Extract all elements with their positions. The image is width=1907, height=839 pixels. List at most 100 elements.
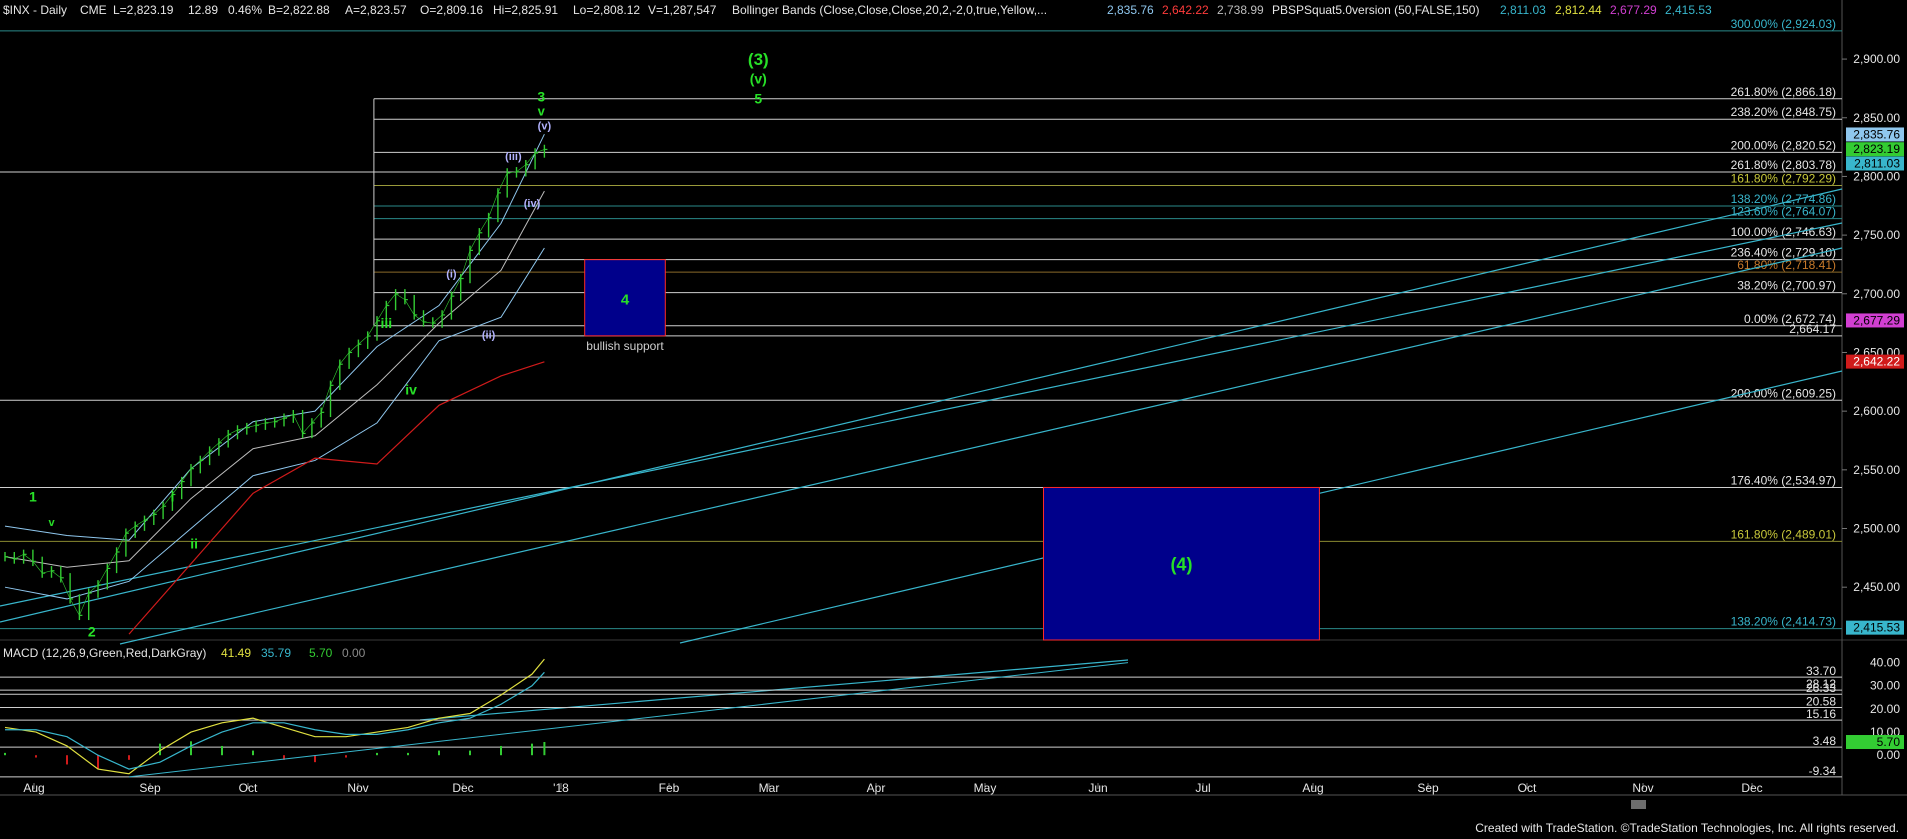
wave-label-16: 2 [88,623,96,639]
wave-label-8: (i) [446,268,457,280]
wave-label-1: (v) [750,71,767,87]
macd-level-label-0: 33.70 [1806,664,1836,678]
macd-label: MACD (12,26,9,Green,Red,DarkGray) [3,646,206,660]
price-chart[interactable]: 300.00% (2,924.03)261.80% (2,866.18)238.… [0,0,1907,839]
price-tick-label-0: 2,900.00 [1853,52,1900,66]
month-label-1: Sep [139,781,161,795]
month-label-16: Dec [1741,781,1762,795]
month-label-7: Mar [759,781,780,795]
month-label-11: Jul [1195,781,1210,795]
header-bid: B=2,822.88 [268,3,330,17]
price-tick-label-4: 2,700.00 [1853,287,1900,301]
month-label-14: Oct [1518,781,1537,795]
header-open: O=2,809.16 [420,3,483,17]
header-bb-label: Bollinger Bands (Close,Close,Close,20,2,… [732,3,1047,17]
price-tag-label-0: 2,835.76 [1853,127,1900,141]
scroll-thumb [1631,800,1646,809]
fib-label-15: 176.40% (2,534.97) [1731,473,1836,487]
month-label-6: Feb [659,781,680,795]
macd-value-0: 41.49 [221,646,251,660]
price-tick-label-7: 2,550.00 [1853,463,1900,477]
month-label-3: Nov [347,781,368,795]
header-pbs-v3: 2,677.29 [1610,3,1657,17]
macd-level-label-2: 26.33 [1806,681,1836,695]
fib-label-3: 200.00% (2,820.52) [1731,138,1836,152]
fib-label-16: 161.80% (2,489.01) [1731,527,1836,541]
fib-label-1: 261.80% (2,866.18) [1731,85,1836,99]
header-low: Lo=2,808.12 [573,3,640,17]
macd-level-label-4: 15.16 [1806,707,1836,721]
wave-label-11: iv [405,382,417,398]
header-pbs-v4: 2,415.53 [1665,3,1712,17]
header-pbs-v2: 2,812.44 [1555,3,1602,17]
price-tag-label-2: 2,811.03 [1854,156,1900,170]
wave-label-13: v [48,517,55,529]
wave-label-9: (ii) [482,329,496,341]
month-label-10: Jun [1088,781,1107,795]
header-change-pct: 0.46% [228,3,262,17]
fib-label-13: 2,664.17 [1789,322,1836,336]
price-tick-label-6: 2,600.00 [1853,404,1900,418]
header-bb-v1: 2,835.76 [1107,3,1154,17]
wave-label-6: (iii) [505,151,522,163]
macd-value-2: 5.70 [309,646,333,660]
footer-credit: Created with TradeStation. ©TradeStation… [1475,821,1899,835]
price-tag-label-4: 2,642.22 [1853,355,1900,369]
wave-label-15: ii [190,535,198,551]
macd-tick-label-4: 0.00 [1877,748,1901,762]
fib-label-17: 138.20% (2,414.73) [1731,615,1836,629]
macd-level-label-5: 3.48 [1813,734,1837,748]
wave-label-14: i [170,489,174,505]
wave-label-0: (3) [748,50,769,69]
price-tick-label-2: 2,800.00 [1853,169,1900,183]
header-bb-v2: 2,642.22 [1162,3,1209,17]
header-volume: V=1,287,547 [648,3,717,17]
month-label-9: May [974,781,997,795]
month-label-5: '18 [553,781,569,795]
header-last: L=2,823.19 [113,3,174,17]
target-box-caption-0: bullish support [586,339,664,353]
target-box-label-0: 4 [621,292,630,309]
wave-label-4: v [538,103,546,118]
header-change: 12.89 [188,3,218,17]
fib-label-11: 38.20% (2,700.97) [1737,279,1836,293]
header-high: Hi=2,825.91 [493,3,558,17]
macd-tick-label-2: 20.00 [1870,702,1900,716]
macd-value-1: 35.79 [261,646,291,660]
header-exchange: CME [80,3,107,17]
wave-label-10: iii [380,315,392,331]
month-label-15: Nov [1632,781,1653,795]
target-box-label-1: (4) [1170,555,1192,575]
price-tag-label-1: 2,823.19 [1853,142,1900,156]
fib-label-4: 261.80% (2,803.78) [1731,158,1836,172]
macd-tick-label-0: 40.00 [1870,656,1900,670]
fib-label-5: 161.80% (2,792.29) [1731,171,1836,185]
price-tick-label-3: 2,750.00 [1853,228,1900,242]
header-bb-v3: 2,738.99 [1217,3,1264,17]
month-label-4: Dec [452,781,473,795]
month-label-13: Sep [1417,781,1439,795]
macd-level-label-6: -9.34 [1809,764,1837,778]
fib-label-2: 238.20% (2,848.75) [1731,105,1836,119]
macd-value-3: 0.00 [342,646,366,660]
wave-label-7: (iv) [524,198,541,210]
price-tick-label-1: 2,850.00 [1853,111,1900,125]
month-label-8: Apr [867,781,886,795]
header-symbol: $INX - Daily [3,3,67,17]
price-tick-label-9: 2,450.00 [1853,580,1900,594]
price-tag-label-5: 2,415.53 [1853,621,1900,635]
wave-label-12: 1 [29,489,37,505]
month-label-12: Aug [1302,781,1323,795]
fib-label-0: 300.00% (2,924.03) [1731,17,1836,31]
month-label-2: Oct [239,781,258,795]
price-tick-label-8: 2,500.00 [1853,522,1900,536]
macd-tag-label-0: 5.70 [1877,735,1901,749]
price-tag-label-3: 2,677.29 [1853,313,1900,327]
month-label-0: Aug [23,781,44,795]
macd-tick-label-1: 30.00 [1870,679,1900,693]
wave-label-2: 5 [754,91,762,107]
wave-label-3: 3 [537,88,545,104]
wave-label-5: (v) [538,120,552,132]
header-pbs-v1: 2,811.03 [1500,3,1546,17]
header-pbs-label: PBSPSquat5.0version (50,FALSE,150) [1272,3,1479,17]
